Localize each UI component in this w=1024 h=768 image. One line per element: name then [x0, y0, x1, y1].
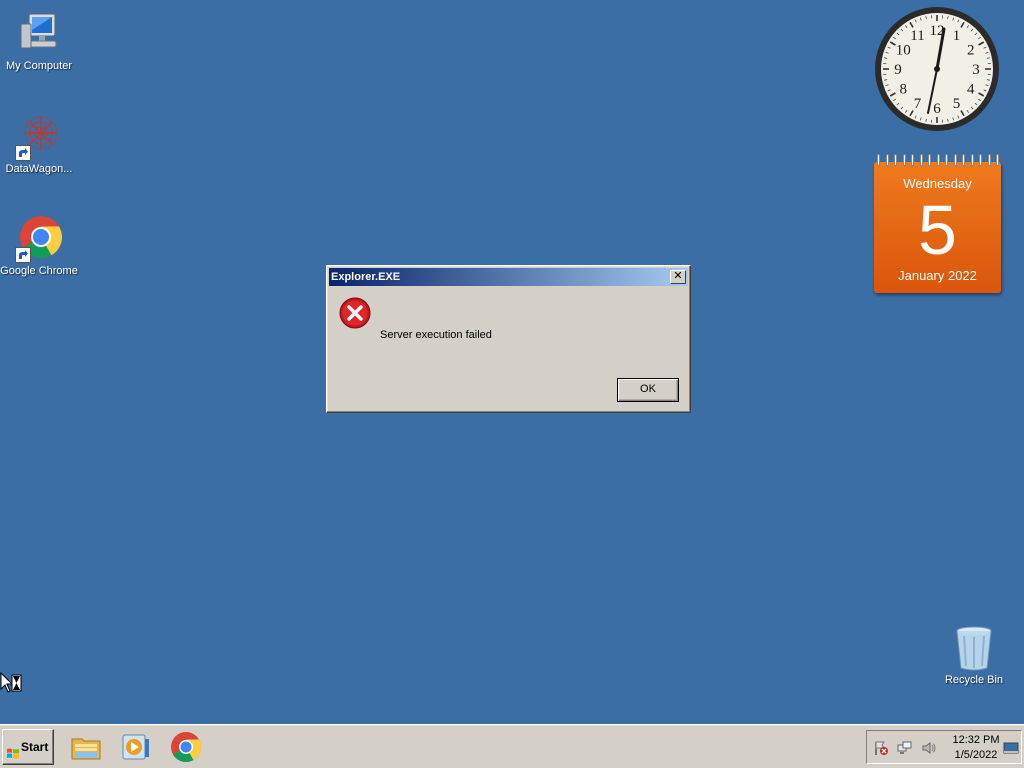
clock-numeral: 10	[896, 43, 911, 59]
error-icon	[339, 297, 371, 329]
clock-numeral: 3	[972, 62, 980, 78]
clock-numeral: 6	[933, 101, 941, 117]
close-icon: ✕	[673, 270, 683, 282]
desktop-icon-recycle-bin[interactable]: Recycle Bin	[934, 624, 1014, 686]
calendar-gadget[interactable]: Wednesday 5 January 2022	[874, 154, 1001, 293]
clock-numeral: 11	[910, 28, 924, 44]
chrome-icon	[15, 215, 63, 263]
shortcut-arrow-icon	[15, 247, 31, 263]
calendar-day: 5	[918, 191, 957, 269]
dialog-title: Explorer.EXE	[331, 271, 401, 283]
chrome-icon[interactable]	[170, 731, 202, 763]
clock-numeral: 7	[914, 96, 922, 112]
tray-time[interactable]: 12:32 PM	[945, 734, 1007, 746]
media-player-icon[interactable]	[120, 731, 152, 763]
calendar-page: Wednesday 5 January 2022	[874, 162, 1001, 293]
taskbar: Start 12:32 PM 1/5/2022	[0, 724, 1024, 768]
clock-numeral: 8	[899, 82, 907, 98]
dialog-title-bar[interactable]: Explorer.EXE ✕	[329, 268, 688, 286]
desktop-icon-label: My Computer	[5, 60, 73, 72]
dialog-message: Server execution failed	[380, 329, 492, 341]
desktop-icon-my-computer[interactable]: My Computer	[0, 10, 79, 72]
tray-date[interactable]: 1/5/2022	[945, 749, 1007, 761]
calendar-weekday: Wednesday	[903, 176, 972, 191]
clock-numeral: 1	[953, 28, 961, 44]
desktop-icon-label: Google Chrome	[0, 265, 78, 277]
shortcut-arrow-icon	[15, 145, 31, 161]
desktop-icon-label: Recycle Bin	[944, 674, 1004, 686]
error-dialog: Explorer.EXE ✕ Server execution failed O…	[326, 265, 691, 413]
clock-numeral: 2	[967, 43, 975, 59]
show-desktop-icon[interactable]	[1003, 740, 1019, 756]
my-computer-icon	[15, 10, 63, 58]
action-center-flag-icon[interactable]	[873, 740, 889, 756]
ok-button[interactable]: OK	[617, 378, 679, 402]
volume-icon[interactable]	[921, 740, 937, 756]
desktop-icon-google-chrome[interactable]: Google Chrome	[0, 215, 79, 277]
start-button[interactable]: Start	[2, 729, 54, 765]
network-icon[interactable]	[897, 740, 913, 756]
start-label: Start	[21, 740, 49, 754]
clock-numeral: 5	[953, 96, 961, 112]
calendar-month-year: January 2022	[898, 268, 977, 283]
windows-logo-icon	[6, 740, 20, 759]
datawagon-icon	[15, 113, 63, 161]
recycle-bin-icon	[950, 624, 998, 672]
file-explorer-icon[interactable]	[70, 731, 102, 763]
desktop-icon-label: DataWagon...	[5, 163, 73, 175]
busy-cursor-icon	[0, 671, 24, 696]
clock-gadget[interactable]: 12 1 2 3 4 5 6 7 8 9 10 11	[873, 5, 1001, 133]
clock-numeral: 9	[894, 62, 902, 78]
clock-numeral: 4	[967, 82, 975, 98]
calendar-rings	[877, 154, 999, 166]
desktop-icon-datawagon[interactable]: DataWagon...	[0, 113, 79, 175]
system-tray: 12:32 PM 1/5/2022	[866, 730, 1022, 764]
close-button[interactable]: ✕	[670, 270, 686, 284]
